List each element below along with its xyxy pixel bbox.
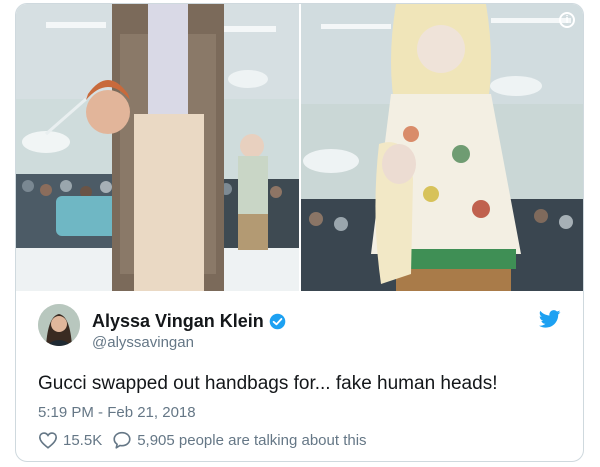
avatar[interactable]: [38, 304, 80, 346]
likes-count[interactable]: 15.5K: [63, 432, 102, 449]
conversation-link[interactable]: 5,905 people are talking about this: [137, 432, 366, 449]
tweet-timestamp[interactable]: 5:19 PM - Feb 21, 2018: [38, 404, 196, 421]
embedded-tweet-card[interactable]: i Alyssa Vingan Klein @alyssavingan Gucc…: [15, 3, 584, 462]
tweet-media[interactable]: i: [16, 4, 583, 291]
author-handle[interactable]: @alyssavingan: [92, 334, 194, 351]
runway-photo-left[interactable]: [16, 4, 299, 291]
info-icon[interactable]: i: [559, 12, 575, 28]
twitter-bird-icon[interactable]: [538, 310, 561, 328]
runway-photo-right[interactable]: i: [301, 4, 583, 291]
speech-bubble-icon[interactable]: [112, 431, 132, 449]
tweet-stats: 15.5K 5,905 people are talking about thi…: [38, 431, 367, 449]
tweet-text: Gucci swapped out handbags for... fake h…: [38, 373, 498, 394]
author-name-text[interactable]: Alyssa Vingan Klein: [92, 311, 264, 332]
heart-icon[interactable]: [38, 431, 58, 449]
verified-badge-icon: [269, 313, 286, 330]
author-name[interactable]: Alyssa Vingan Klein: [92, 311, 286, 332]
